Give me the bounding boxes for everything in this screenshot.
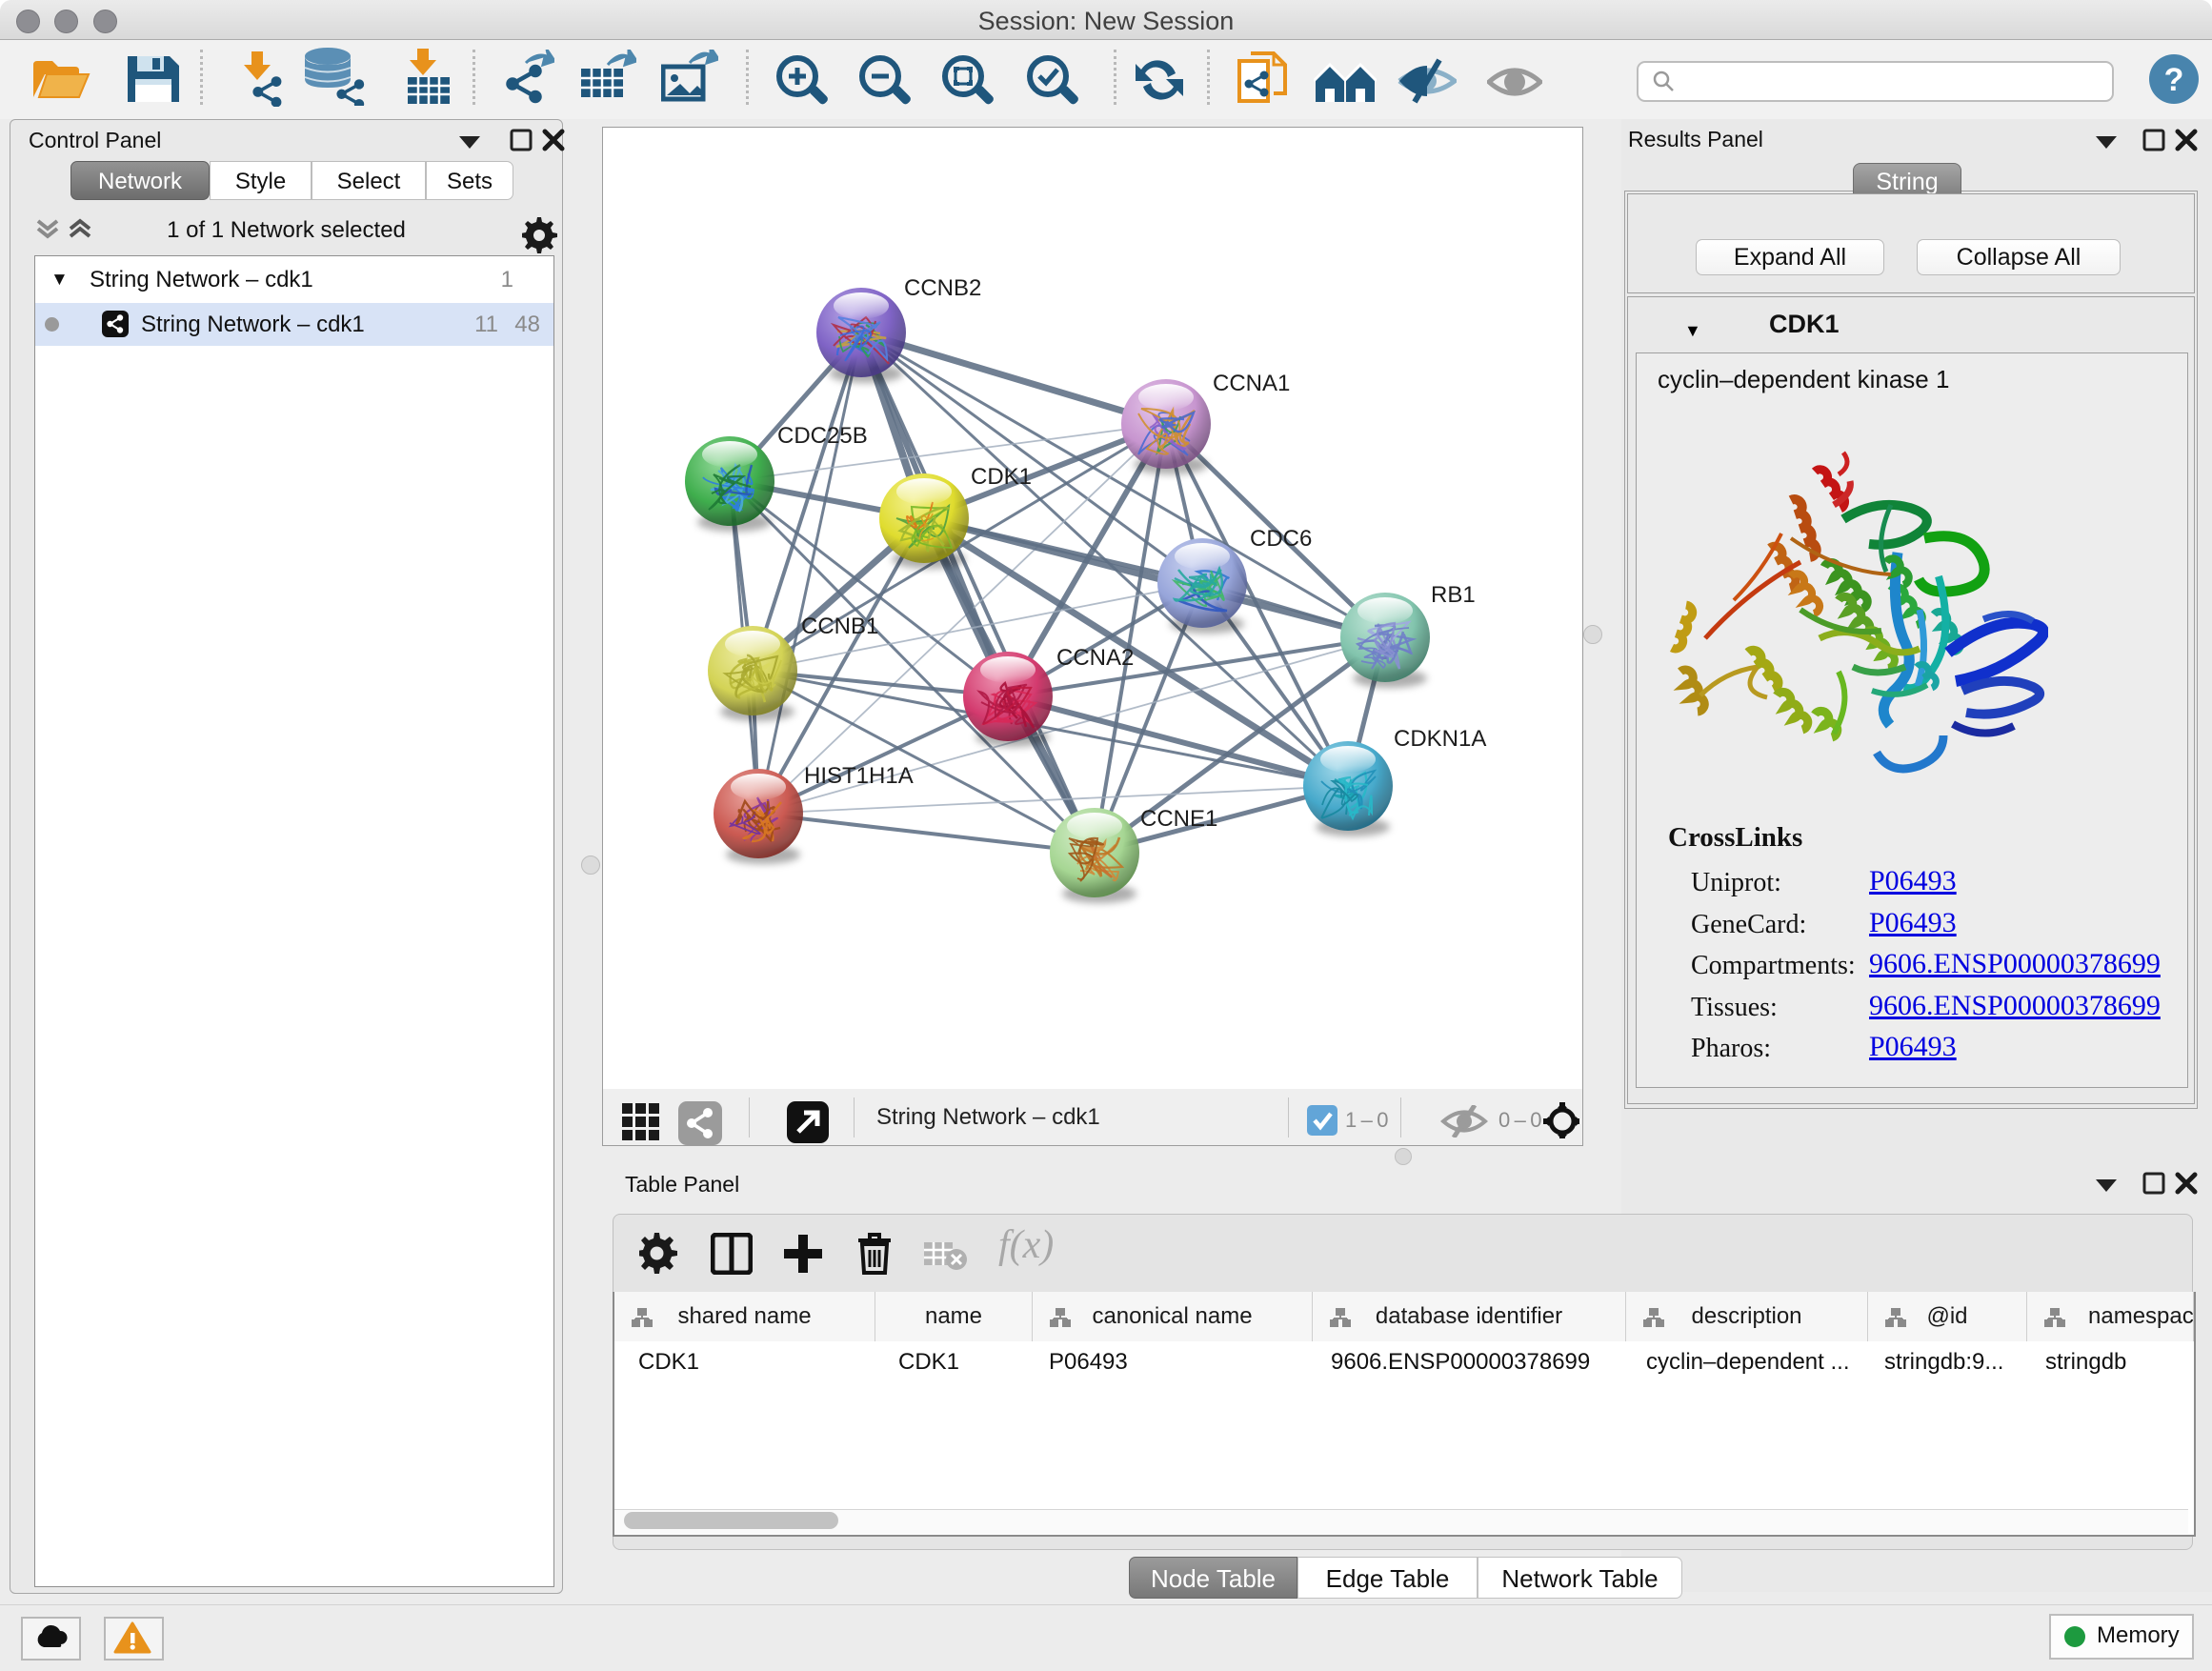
svg-text:CDC25B: CDC25B — [777, 423, 868, 449]
svg-text:CCNB1: CCNB1 — [801, 614, 878, 639]
svg-text:CDKN1A: CDKN1A — [1394, 726, 1486, 752]
svg-text:CCNE1: CCNE1 — [1140, 806, 1217, 832]
svg-text:CDC6: CDC6 — [1250, 526, 1312, 552]
svg-text:CCNA1: CCNA1 — [1213, 371, 1290, 396]
svg-text:RB1: RB1 — [1431, 582, 1476, 608]
svg-text:CCNB2: CCNB2 — [904, 275, 981, 301]
svg-text:CDK1: CDK1 — [971, 464, 1032, 490]
svg-text:HIST1H1A: HIST1H1A — [804, 763, 914, 789]
svg-text:?: ? — [2164, 62, 2184, 98]
svg-text:CCNA2: CCNA2 — [1056, 645, 1134, 671]
